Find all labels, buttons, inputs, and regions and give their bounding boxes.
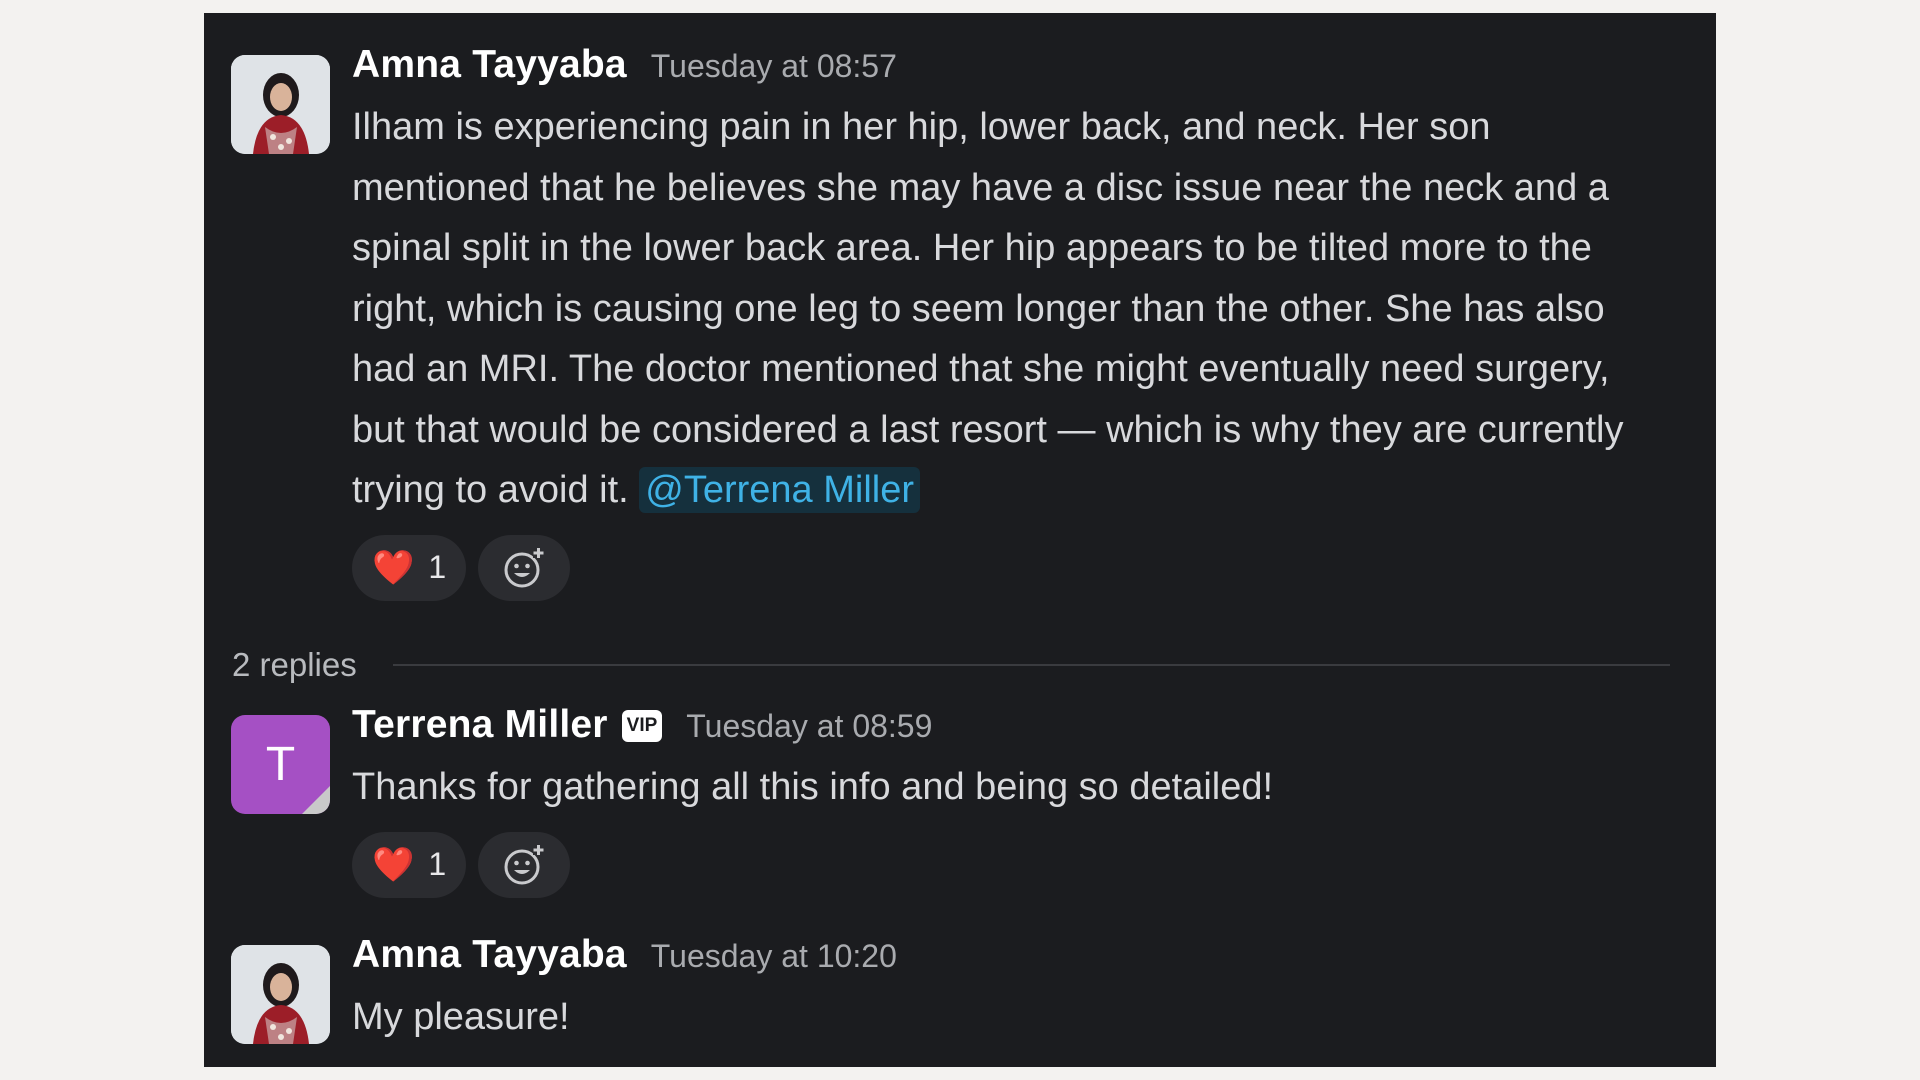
- message-text: Thanks for gathering all this info and b…: [352, 766, 1274, 808]
- mention-link[interactable]: @Terrena Miller: [639, 467, 920, 513]
- author-name[interactable]: Amna Tayyaba: [352, 933, 627, 977]
- vip-badge: VIP: [621, 710, 663, 742]
- message-body: Thanks for gathering all this info and b…: [352, 757, 1666, 818]
- reaction-bar: ❤️ 1: [352, 831, 1666, 898]
- status-corner-icon: [302, 786, 330, 814]
- replies-divider: 2 replies: [232, 630, 1670, 700]
- message-timestamp[interactable]: Tuesday at 10:20: [651, 938, 897, 975]
- avatar-terrena[interactable]: T: [231, 715, 330, 814]
- message-text: My pleasure!: [352, 996, 570, 1038]
- add-reaction-icon: [504, 546, 545, 587]
- person-photo-icon: [231, 55, 330, 154]
- author-name[interactable]: Amna Tayyaba: [352, 43, 627, 87]
- message-body: Ilham is experiencing pain in her hip, l…: [352, 97, 1666, 521]
- reaction-bar: ❤️ 1: [352, 534, 1666, 601]
- reaction-count: 1: [428, 549, 447, 585]
- add-reaction-button[interactable]: [478, 534, 571, 601]
- message-timestamp[interactable]: Tuesday at 08:59: [686, 708, 932, 745]
- replies-count[interactable]: 2 replies: [232, 646, 357, 684]
- heart-icon: ❤️: [372, 845, 415, 884]
- add-reaction-icon: [504, 843, 545, 884]
- add-reaction-button[interactable]: [478, 831, 571, 898]
- message-text: Ilham is experiencing pain in her hip, l…: [352, 106, 1624, 511]
- avatar-amna-2[interactable]: [231, 945, 330, 1044]
- person-photo-icon: [231, 945, 330, 1044]
- heart-reaction-button[interactable]: ❤️ 1: [352, 534, 467, 601]
- avatar-initial: T: [265, 738, 296, 791]
- message-body: My pleasure!: [352, 987, 1666, 1048]
- heart-icon: ❤️: [372, 548, 415, 587]
- heart-reaction-button[interactable]: ❤️ 1: [352, 831, 467, 898]
- reaction-count: 1: [428, 846, 447, 882]
- author-name[interactable]: Terrena Miller: [352, 703, 608, 747]
- avatar-amna-1[interactable]: [231, 55, 330, 154]
- thread-panel: Amna Tayyaba Tuesday at 08:57 Ilham is e…: [204, 13, 1716, 1067]
- message-timestamp[interactable]: Tuesday at 08:57: [651, 48, 897, 85]
- divider-line: [392, 664, 1670, 666]
